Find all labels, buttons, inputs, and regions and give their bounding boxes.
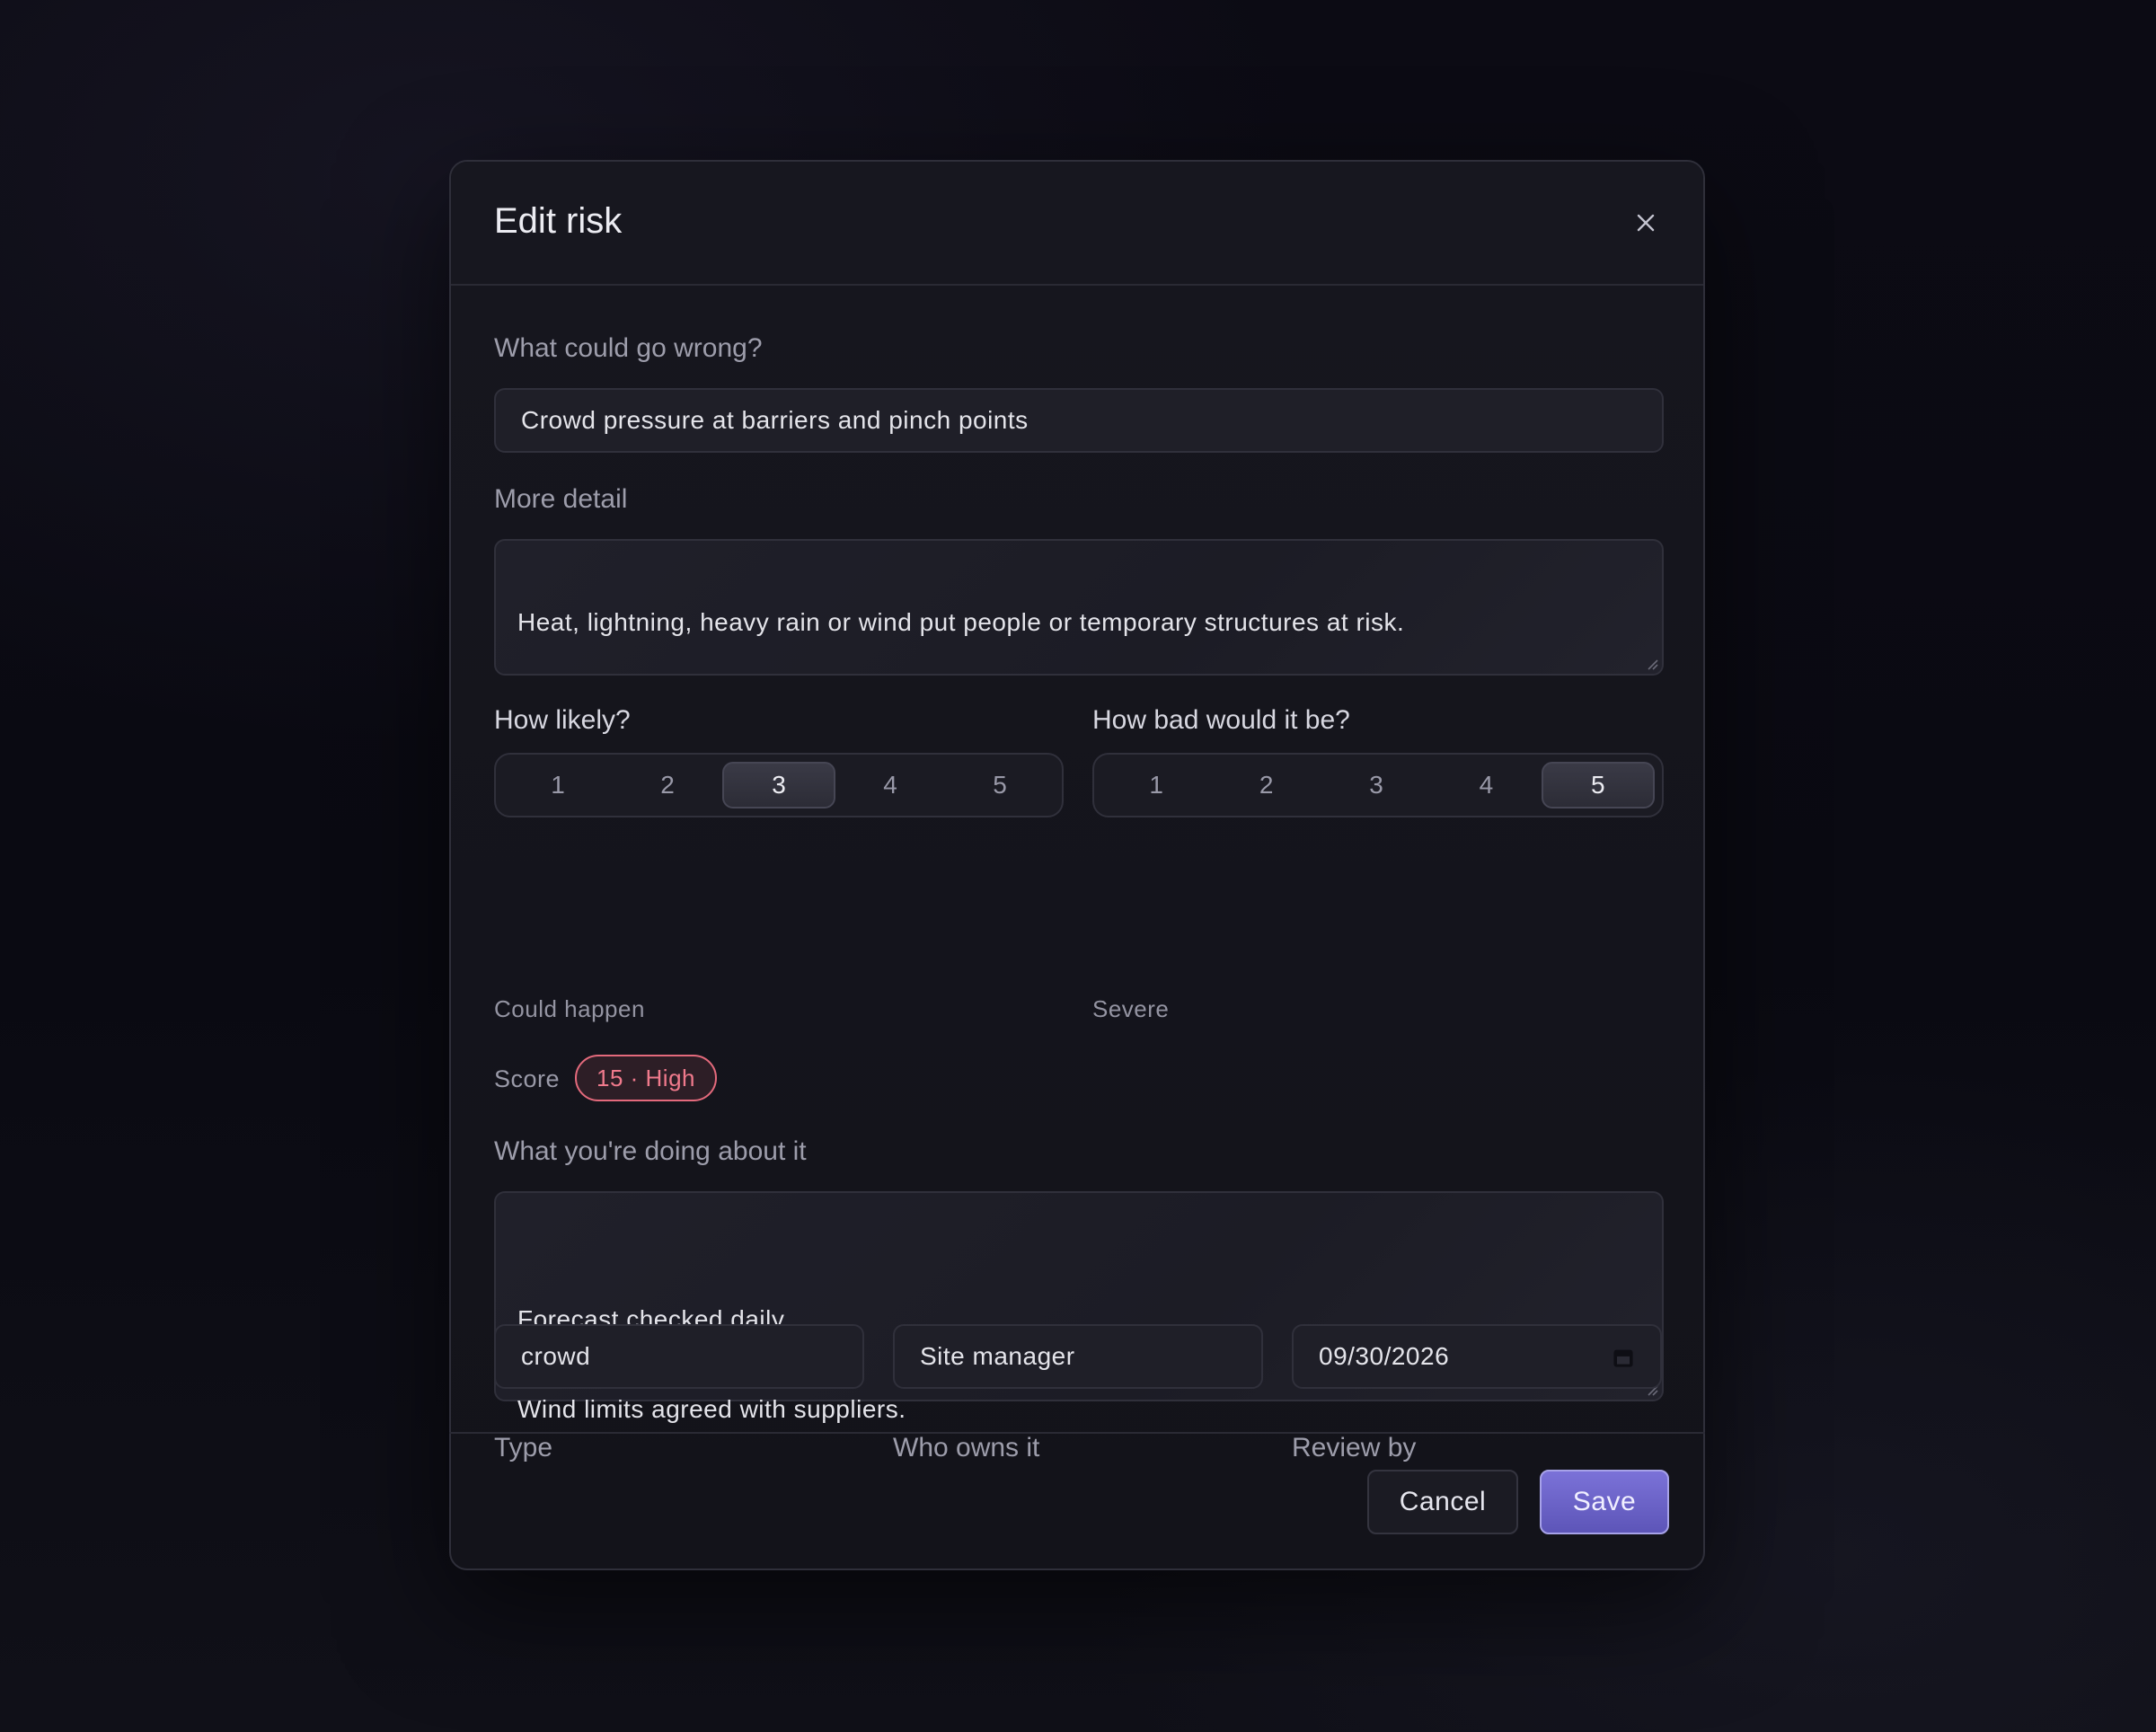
mitigation-label: What you're doing about it [494, 1136, 807, 1166]
owner-input[interactable]: Site manager [893, 1324, 1263, 1389]
detail-label: More detail [494, 484, 628, 514]
severity-label: How bad would it be? [1092, 705, 1350, 735]
close-button[interactable] [1628, 205, 1664, 241]
severity-selector: 1 2 3 4 5 [1092, 753, 1664, 817]
type-value: crowd [521, 1342, 591, 1370]
detail-text: Heat, lightning, heavy rain or wind put … [517, 608, 1405, 636]
severity-hint: Severe [1092, 995, 1170, 1022]
review-date-input[interactable]: 09/30/2026 [1292, 1324, 1662, 1389]
calendar-icon[interactable] [1612, 1346, 1635, 1369]
risk-input-value: Crowd pressure at barriers and pinch poi… [521, 406, 1029, 434]
severity-option-4[interactable]: 4 [1431, 762, 1541, 809]
resize-handle-icon[interactable] [1646, 658, 1658, 670]
mitigation-line: Wind limits agreed with suppliers. [517, 1395, 906, 1423]
type-label: Type [494, 1433, 553, 1462]
severity-option-3[interactable]: 3 [1321, 762, 1431, 809]
review-label: Review by [1292, 1433, 1417, 1462]
severity-option-1[interactable]: 1 [1101, 762, 1211, 809]
type-input[interactable]: crowd [494, 1324, 864, 1389]
likelihood-label: How likely? [494, 705, 631, 735]
owner-value: Site manager [920, 1342, 1075, 1370]
likelihood-option-2[interactable]: 2 [613, 762, 722, 809]
risk-label: What could go wrong? [494, 333, 763, 363]
likelihood-selector: 1 2 3 4 5 [494, 753, 1064, 817]
score-label: Score [494, 1065, 561, 1092]
severity-option-2[interactable]: 2 [1211, 762, 1321, 809]
severity-option-5[interactable]: 5 [1541, 762, 1656, 809]
risk-input[interactable]: Crowd pressure at barriers and pinch poi… [494, 388, 1664, 453]
likelihood-option-4[interactable]: 4 [835, 762, 945, 809]
likelihood-option-1[interactable]: 1 [503, 762, 613, 809]
close-icon [1637, 214, 1655, 232]
likelihood-option-5[interactable]: 5 [945, 762, 1055, 809]
likelihood-option-3[interactable]: 3 [722, 762, 835, 809]
detail-textarea[interactable]: Heat, lightning, heavy rain or wind put … [494, 539, 1664, 676]
dialog-header: Edit risk [451, 162, 1703, 286]
likelihood-hint: Could happen [494, 995, 645, 1022]
cancel-button[interactable]: Cancel [1367, 1470, 1518, 1534]
owner-label: Who owns it [893, 1433, 1040, 1462]
dialog-title: Edit risk [494, 201, 623, 241]
save-button[interactable]: Save [1540, 1470, 1669, 1534]
score-badge: 15 · High [575, 1055, 717, 1101]
review-date-value: 09/30/2026 [1319, 1342, 1450, 1370]
